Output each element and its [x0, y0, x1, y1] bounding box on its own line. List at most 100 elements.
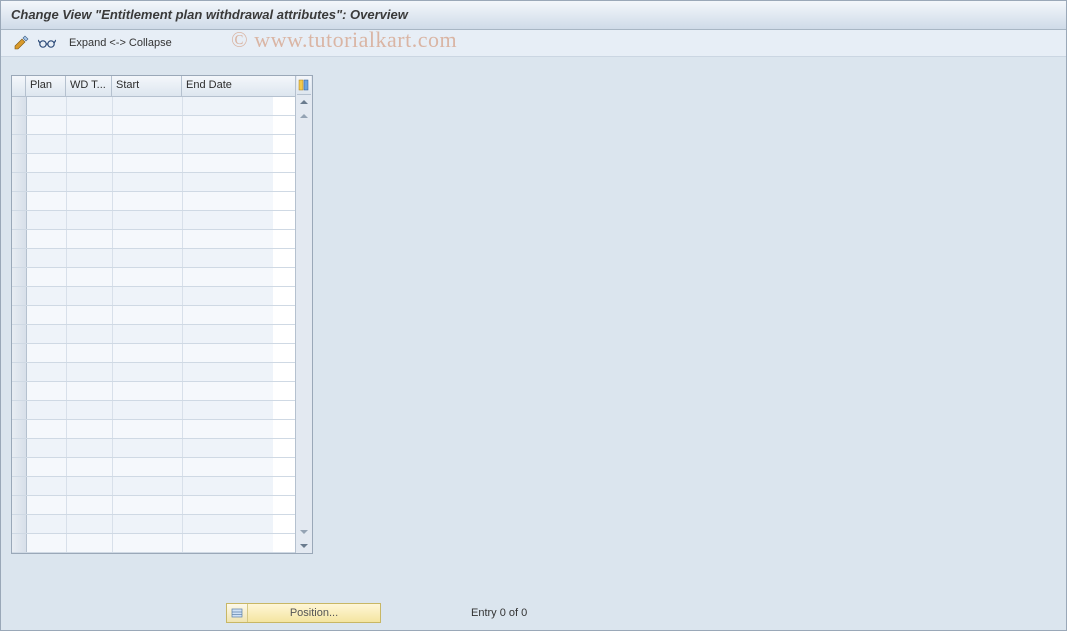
row-selector[interactable]	[12, 306, 27, 324]
table-row[interactable]	[12, 382, 295, 401]
cell-plan[interactable]	[27, 287, 67, 305]
row-selector[interactable]	[12, 401, 27, 419]
row-selector[interactable]	[12, 192, 27, 210]
cell-wd-type[interactable]	[67, 287, 113, 305]
cell-start[interactable]	[113, 154, 183, 172]
cell-plan[interactable]	[27, 382, 67, 400]
cell-plan[interactable]	[27, 325, 67, 343]
position-button[interactable]: Position...	[226, 603, 381, 623]
table-row[interactable]	[12, 116, 295, 135]
cell-plan[interactable]	[27, 211, 67, 229]
edit-icon[interactable]	[11, 33, 31, 53]
table-row[interactable]	[12, 211, 295, 230]
cell-wd-type[interactable]	[67, 249, 113, 267]
cell-wd-type[interactable]	[67, 306, 113, 324]
cell-end-date[interactable]	[183, 534, 273, 552]
table-row[interactable]	[12, 249, 295, 268]
cell-wd-type[interactable]	[67, 154, 113, 172]
cell-start[interactable]	[113, 306, 183, 324]
scroll-down-bottom-icon[interactable]	[297, 539, 311, 553]
cell-plan[interactable]	[27, 534, 67, 552]
row-selector[interactable]	[12, 534, 27, 552]
row-selector[interactable]	[12, 116, 27, 134]
cell-end-date[interactable]	[183, 344, 273, 362]
cell-start[interactable]	[113, 439, 183, 457]
cell-start[interactable]	[113, 211, 183, 229]
row-selector[interactable]	[12, 382, 27, 400]
cell-wd-type[interactable]	[67, 211, 113, 229]
cell-end-date[interactable]	[183, 230, 273, 248]
cell-end-date[interactable]	[183, 477, 273, 495]
cell-start[interactable]	[113, 249, 183, 267]
cell-start[interactable]	[113, 344, 183, 362]
cell-start[interactable]	[113, 477, 183, 495]
col-header-end-date[interactable]: End Date	[182, 76, 272, 96]
cell-end-date[interactable]	[183, 325, 273, 343]
cell-end-date[interactable]	[183, 515, 273, 533]
cell-wd-type[interactable]	[67, 458, 113, 476]
cell-start[interactable]	[113, 97, 183, 115]
cell-start[interactable]	[113, 287, 183, 305]
table-row[interactable]	[12, 515, 295, 534]
cell-wd-type[interactable]	[67, 534, 113, 552]
cell-start[interactable]	[113, 401, 183, 419]
table-row[interactable]	[12, 192, 295, 211]
cell-end-date[interactable]	[183, 382, 273, 400]
table-row[interactable]	[12, 420, 295, 439]
cell-start[interactable]	[113, 116, 183, 134]
row-selector[interactable]	[12, 268, 27, 286]
cell-end-date[interactable]	[183, 249, 273, 267]
expand-collapse-button[interactable]: Expand <-> Collapse	[69, 37, 172, 49]
cell-plan[interactable]	[27, 268, 67, 286]
cell-plan[interactable]	[27, 97, 67, 115]
cell-start[interactable]	[113, 192, 183, 210]
row-selector[interactable]	[12, 211, 27, 229]
table-row[interactable]	[12, 363, 295, 382]
table-row[interactable]	[12, 306, 295, 325]
cell-end-date[interactable]	[183, 211, 273, 229]
glasses-icon[interactable]	[37, 33, 57, 53]
cell-end-date[interactable]	[183, 268, 273, 286]
table-row[interactable]	[12, 401, 295, 420]
cell-wd-type[interactable]	[67, 401, 113, 419]
cell-end-date[interactable]	[183, 458, 273, 476]
row-selector[interactable]	[12, 439, 27, 457]
cell-plan[interactable]	[27, 192, 67, 210]
row-selector[interactable]	[12, 515, 27, 533]
cell-start[interactable]	[113, 363, 183, 381]
cell-end-date[interactable]	[183, 287, 273, 305]
table-row[interactable]	[12, 230, 295, 249]
cell-wd-type[interactable]	[67, 116, 113, 134]
table-row[interactable]	[12, 135, 295, 154]
cell-plan[interactable]	[27, 249, 67, 267]
table-row[interactable]	[12, 268, 295, 287]
cell-end-date[interactable]	[183, 439, 273, 457]
cell-wd-type[interactable]	[67, 496, 113, 514]
row-selector[interactable]	[12, 477, 27, 495]
cell-plan[interactable]	[27, 173, 67, 191]
scroll-up-icon[interactable]	[297, 109, 311, 123]
cell-start[interactable]	[113, 496, 183, 514]
cell-start[interactable]	[113, 135, 183, 153]
row-selector[interactable]	[12, 496, 27, 514]
cell-end-date[interactable]	[183, 154, 273, 172]
cell-wd-type[interactable]	[67, 344, 113, 362]
cell-plan[interactable]	[27, 230, 67, 248]
col-header-plan[interactable]: Plan	[26, 76, 66, 96]
cell-plan[interactable]	[27, 344, 67, 362]
row-selector[interactable]	[12, 287, 27, 305]
row-selector[interactable]	[12, 173, 27, 191]
cell-plan[interactable]	[27, 154, 67, 172]
row-selector[interactable]	[12, 325, 27, 343]
cell-wd-type[interactable]	[67, 230, 113, 248]
table-row[interactable]	[12, 496, 295, 515]
table-row[interactable]	[12, 173, 295, 192]
cell-wd-type[interactable]	[67, 192, 113, 210]
cell-wd-type[interactable]	[67, 268, 113, 286]
table-row[interactable]	[12, 458, 295, 477]
row-selector[interactable]	[12, 249, 27, 267]
cell-end-date[interactable]	[183, 97, 273, 115]
cell-plan[interactable]	[27, 116, 67, 134]
cell-plan[interactable]	[27, 401, 67, 419]
configure-columns-icon[interactable]	[297, 76, 311, 95]
